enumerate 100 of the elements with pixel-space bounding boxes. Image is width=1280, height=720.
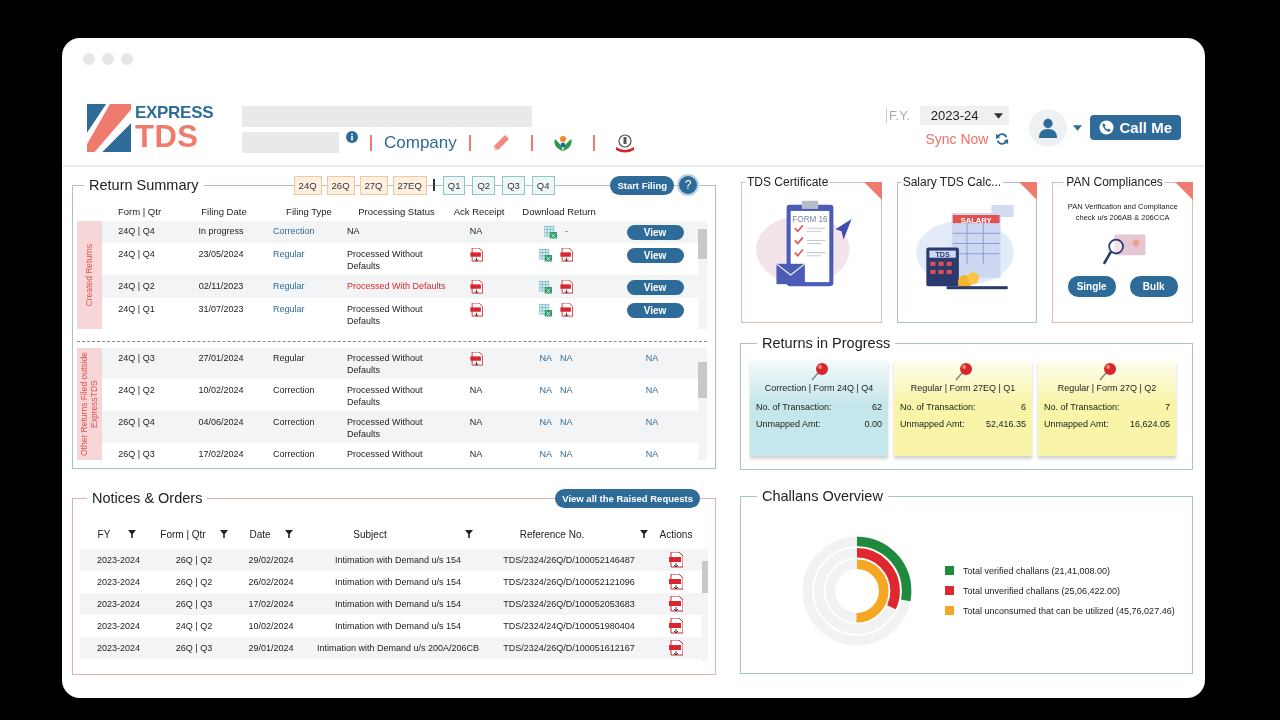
download-value: NA bbox=[539, 352, 553, 364]
table-cell-text: Regular bbox=[272, 352, 306, 364]
caret-icon[interactable] bbox=[1073, 124, 1083, 131]
quarter-filter-chip[interactable]: Q4 bbox=[531, 175, 555, 195]
filter-icon[interactable] bbox=[464, 530, 473, 538]
ack-value: NA bbox=[469, 384, 483, 396]
table-cell-text: 04/06/2024 bbox=[197, 416, 245, 428]
table-cell-text: 2023-2024 bbox=[95, 621, 141, 631]
pdf-icon[interactable] bbox=[469, 248, 483, 262]
window-dot bbox=[102, 53, 114, 65]
pdf-icon[interactable] bbox=[669, 596, 683, 612]
call-me-button[interactable]: Call Me bbox=[1090, 115, 1181, 140]
table-cell-text: 10/02/2024 bbox=[247, 621, 295, 631]
form-filter-chip[interactable]: 27EQ bbox=[392, 175, 427, 195]
start-filing-button[interactable]: Start Filing bbox=[610, 175, 674, 195]
progress-card[interactable]: Regular | Form 27Q | Q2 No. of Transaction: 7 Unmapped Amt: 16,624.05 bbox=[1038, 360, 1176, 456]
download-value: NA bbox=[560, 416, 573, 428]
pushpin-icon bbox=[953, 362, 973, 382]
table-cell[interactable]: Regular bbox=[271, 280, 342, 292]
table-cell-text: TDS/2324/26Q/D/100051612167 bbox=[502, 643, 636, 653]
table-cell[interactable]: Regular bbox=[271, 303, 342, 315]
spreadsheet-icon[interactable] bbox=[539, 248, 553, 262]
table-cell-text: Intimation with Demand u/s 200A/206CB bbox=[315, 643, 481, 653]
table-cell[interactable]: Correction bbox=[271, 225, 342, 237]
field-label: Unmapped Amt: bbox=[900, 419, 965, 429]
column-header: Download Return bbox=[521, 205, 597, 217]
user-avatar[interactable] bbox=[1029, 108, 1068, 147]
help-button[interactable]: ? bbox=[677, 174, 699, 196]
quarter-filter-chip[interactable]: Q1 bbox=[442, 175, 466, 195]
pdf-icon[interactable] bbox=[469, 303, 483, 317]
table-cell-text: 26Q | Q2 bbox=[174, 577, 214, 587]
filter-icon[interactable] bbox=[219, 530, 228, 538]
field-value: 62 bbox=[872, 402, 882, 412]
table-cell-text: 23/05/2024 bbox=[197, 248, 245, 260]
scrollbar[interactable] bbox=[698, 221, 707, 329]
panel-title: Notices & Orders bbox=[87, 490, 208, 506]
form-filter-chip[interactable]: 27Q bbox=[359, 175, 388, 195]
scrollbar[interactable] bbox=[698, 348, 707, 460]
filter-icon[interactable] bbox=[284, 530, 293, 538]
company-link[interactable]: Company bbox=[384, 132, 457, 153]
ack-value: NA bbox=[469, 448, 483, 460]
action-value: NA bbox=[645, 384, 659, 396]
form-filter-chip[interactable]: 26Q bbox=[326, 175, 355, 195]
pdf-icon[interactable] bbox=[669, 574, 683, 590]
table-cell-text: Intimation with Demand u/s 154 bbox=[333, 599, 463, 609]
pdf-icon[interactable] bbox=[560, 280, 574, 294]
form-label: FORM 16 bbox=[792, 215, 828, 225]
table-cell-text: NA bbox=[346, 225, 361, 237]
table-cell-text: Intimation with Demand u/s 154 bbox=[333, 555, 463, 565]
field-label: No. of Transaction: bbox=[900, 402, 976, 412]
table-cell-text: TDS/2324/24Q/D/100051980404 bbox=[502, 621, 636, 631]
pdf-icon[interactable] bbox=[669, 618, 683, 634]
field-label: Unmapped Amt: bbox=[1044, 419, 1109, 429]
refresh-icon[interactable] bbox=[995, 132, 1010, 146]
view-requests-button[interactable]: View all the Raised Requests bbox=[555, 488, 700, 508]
pan-option-button[interactable]: Bulk bbox=[1129, 275, 1178, 297]
tool-card[interactable]: TDS Certificate FORM 16 bbox=[741, 174, 882, 323]
fy-label: F.Y. bbox=[886, 108, 910, 123]
field-value: 16,624.05 bbox=[1129, 419, 1170, 429]
spreadsheet-icon[interactable] bbox=[544, 225, 558, 239]
spreadsheet-icon[interactable] bbox=[539, 303, 553, 317]
table-cell-text: 24Q | Q2 bbox=[117, 280, 156, 292]
window-dot bbox=[83, 53, 95, 65]
pdf-icon[interactable] bbox=[560, 303, 574, 317]
form-filter-chip[interactable]: 24Q bbox=[293, 175, 322, 195]
quarter-filter-chip[interactable]: Q2 bbox=[472, 175, 496, 195]
view-button[interactable]: View bbox=[626, 248, 684, 263]
table-cell-text: 17/02/2024 bbox=[247, 599, 295, 609]
quarter-filter-chip[interactable]: Q3 bbox=[502, 175, 525, 195]
filter-icon[interactable] bbox=[128, 530, 137, 538]
pdf-icon[interactable] bbox=[669, 552, 683, 568]
progress-card[interactable]: Correction | Form 24Q | Q4 No. of Transaction: 62 Unmapped Amt: 0.00 bbox=[750, 360, 888, 456]
fy-dropdown[interactable]: 2023-24 bbox=[919, 106, 1010, 125]
progress-card[interactable]: Regular | Form 27EQ | Q1 No. of Transaction: 6 Unmapped Amt: 52,416.35 bbox=[894, 360, 1032, 456]
download-value: NA bbox=[560, 352, 573, 364]
view-button[interactable]: View bbox=[626, 303, 684, 318]
pdf-icon[interactable] bbox=[560, 248, 574, 262]
download-value: NA bbox=[539, 448, 553, 460]
table-cell[interactable]: Regular bbox=[271, 248, 342, 260]
view-button[interactable]: View bbox=[626, 280, 684, 295]
pdf-icon[interactable] bbox=[669, 640, 683, 656]
column-header: Ack Receipt bbox=[452, 205, 506, 217]
spreadsheet-icon[interactable] bbox=[539, 280, 553, 294]
column-header: Actions bbox=[659, 528, 693, 540]
info-icon[interactable] bbox=[346, 130, 358, 143]
pan-option-button[interactable]: Single bbox=[1067, 275, 1116, 297]
pdf-icon[interactable] bbox=[469, 352, 483, 366]
emblem-icon[interactable] bbox=[613, 132, 636, 153]
field-value: 7 bbox=[1165, 402, 1170, 412]
caret-icon bbox=[994, 112, 1004, 119]
view-button[interactable]: View bbox=[626, 225, 684, 240]
table-cell-text: 26Q | Q3 bbox=[174, 599, 214, 609]
pdf-icon[interactable] bbox=[469, 280, 483, 294]
filter-icon[interactable] bbox=[640, 530, 649, 538]
pushpin-icon bbox=[809, 362, 829, 382]
table-cell-text: 24Q | Q1 bbox=[117, 303, 156, 315]
column-header: Processing Status bbox=[357, 205, 436, 217]
group-label: Other Returns Filed outside ExpressTDS bbox=[77, 348, 103, 460]
scrollbar[interactable] bbox=[702, 549, 708, 661]
download-value: - bbox=[565, 225, 569, 238]
